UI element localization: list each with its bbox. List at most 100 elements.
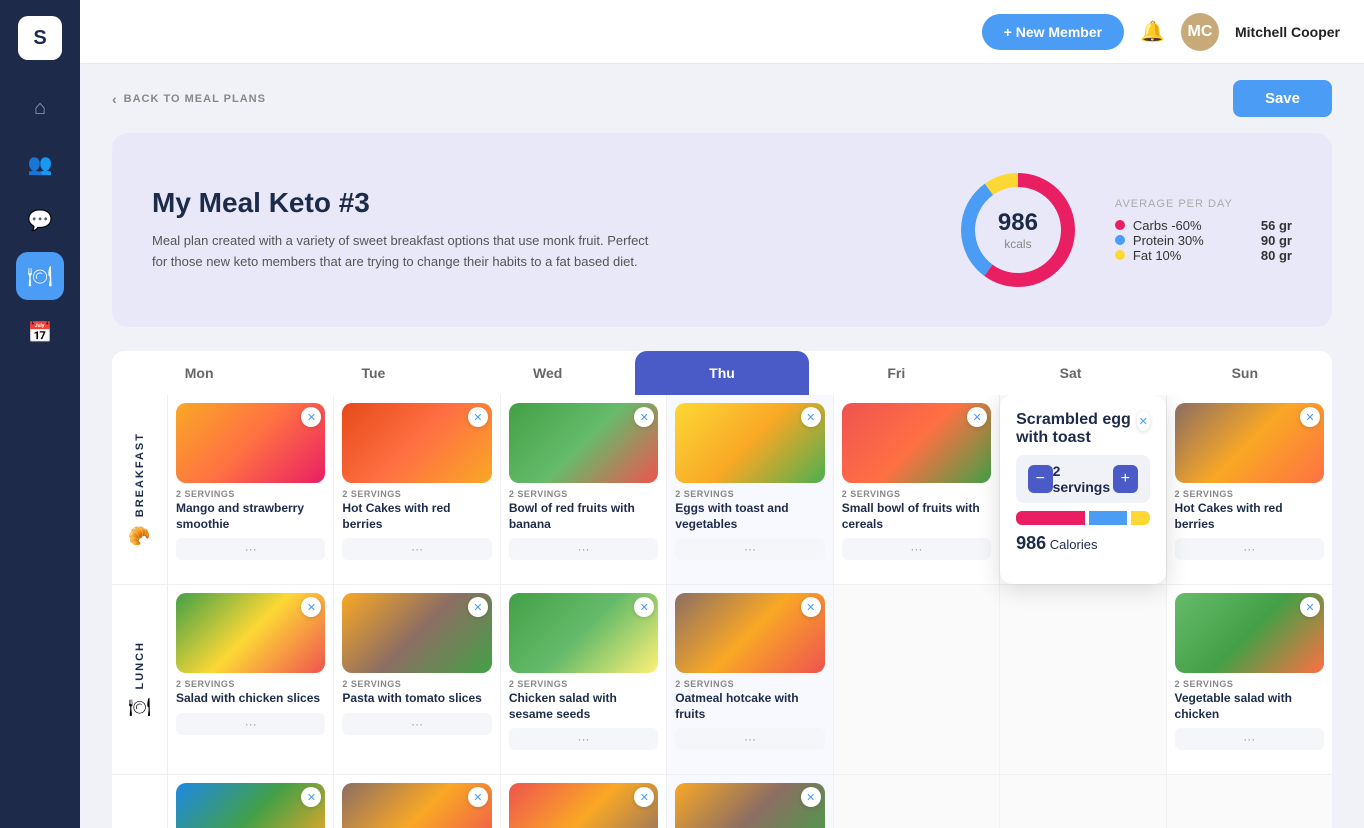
protein-bar-seg (1089, 511, 1127, 525)
meal-options-button[interactable]: ··· (842, 538, 991, 560)
header: + New Member 🔔 MC Mitchell Cooper (80, 0, 1364, 64)
protein-grams: 90 gr (1261, 233, 1292, 248)
overlay-close-button[interactable]: ✕ (1137, 411, 1149, 431)
meal-options-button[interactable]: ··· (176, 713, 325, 735)
save-button[interactable]: Save (1233, 80, 1332, 117)
meal-name: Vegetable salad with chicken (1175, 691, 1324, 722)
meal-cell (1000, 775, 1165, 828)
meal-cell: ✕ 2 SERVINGS ··· (334, 775, 499, 828)
meal-options-button[interactable]: ··· (675, 728, 824, 750)
meal-cell: ✕ 2 SERVINGS Oatmeal hotcake with fruits… (667, 585, 832, 775)
meal-options-button[interactable]: ··· (342, 713, 491, 735)
day-tab-fri[interactable]: Fri (809, 351, 983, 395)
remove-meal-button[interactable]: ✕ (801, 787, 821, 807)
row-label-breakfast: Breakfast🥐 (112, 395, 167, 585)
meal-options-button[interactable]: ··· (1175, 728, 1324, 750)
sidebar: S ⌂ 👥 💬 🍽 📅 (0, 0, 80, 828)
meal-options-button[interactable]: ··· (1175, 538, 1324, 560)
meal-cell (834, 585, 999, 775)
carbs-grams: 56 gr (1261, 218, 1292, 233)
meal-name: Hot Cakes with red berries (1175, 501, 1324, 532)
remove-meal-button[interactable]: ✕ (468, 407, 488, 427)
calorie-value: 986 (1016, 533, 1046, 553)
day-tab-tue[interactable]: Tue (286, 351, 460, 395)
servings-label: 2 SERVINGS (675, 489, 824, 499)
meal-cell: ✕ 2 SERVINGS ··· (501, 775, 666, 828)
hero-text: My Meal Keto #3 Meal plan created with a… (152, 187, 913, 273)
meal-cell: ✕ 2 SERVINGS Salad with chicken slices ·… (168, 585, 333, 775)
meal-cell: Scrambled egg with toast ✕ − 2 servings … (1000, 395, 1165, 585)
legend-protein: Protein 30% 90 gr (1115, 233, 1292, 248)
meal-cell: ✕ 2 SERVINGS Mango and strawberry smooth… (168, 395, 333, 585)
day-tabs: MonTueWedThuFriSatSun (112, 351, 1332, 395)
day-tab-sun[interactable]: Sun (1158, 351, 1332, 395)
meal-options-button[interactable]: ··· (176, 538, 325, 560)
user-name: Mitchell Cooper (1235, 24, 1340, 40)
remove-meal-button[interactable]: ✕ (801, 407, 821, 427)
meal-cell: ✕ 2 SERVINGS ··· (168, 775, 333, 828)
meal-cell: ✕ 2 SERVINGS Hot Cakes with red berries … (334, 395, 499, 585)
legend: AVERAGE PER DAY Carbs -60% 56 gr Protein… (1115, 198, 1292, 263)
row-label-lunch: Lunch🍽 (112, 585, 167, 775)
main-content: + New Member 🔔 MC Mitchell Cooper ‹ BACK… (80, 0, 1364, 828)
overlay-title: Scrambled egg with toast (1016, 411, 1137, 447)
meal-cell: ✕ 2 SERVINGS Small bowl of fruits with c… (834, 395, 999, 585)
servings-label: 2 SERVINGS (675, 679, 824, 689)
remove-meal-button[interactable]: ✕ (1300, 597, 1320, 617)
back-arrow-icon: ‹ (112, 91, 118, 107)
meal-options-button[interactable]: ··· (675, 538, 824, 560)
sidebar-item-home[interactable]: ⌂ (16, 84, 64, 132)
day-tab-thu[interactable]: Thu (635, 351, 809, 395)
meal-plan-description: Meal plan created with a variety of swee… (152, 231, 652, 273)
day-tab-sat[interactable]: Sat (983, 351, 1157, 395)
meal-cell: ✕ 2 SERVINGS Eggs with toast and vegetab… (667, 395, 832, 585)
meal-name: Salad with chicken slices (176, 691, 325, 707)
day-column-fri: ✕ 2 SERVINGS Small bowl of fruits with c… (834, 395, 1000, 828)
sidebar-item-people[interactable]: 👥 (16, 140, 64, 188)
meal-options-button[interactable]: ··· (509, 728, 658, 750)
sidebar-item-chat[interactable]: 💬 (16, 196, 64, 244)
remove-meal-button[interactable]: ✕ (1300, 407, 1320, 427)
remove-meal-button[interactable]: ✕ (468, 597, 488, 617)
meal-name: Hot Cakes with red berries (342, 501, 491, 532)
remove-meal-button[interactable]: ✕ (468, 787, 488, 807)
kcal-unit: kcals (998, 237, 1038, 251)
breadcrumb-bar: ‹ BACK TO MEAL PLANS Save (80, 64, 1364, 133)
meal-cell (834, 775, 999, 828)
new-member-button[interactable]: + New Member (982, 14, 1124, 50)
page: ‹ BACK TO MEAL PLANS Save My Meal Keto #… (80, 64, 1364, 828)
legend-fat: Fat 10% 80 gr (1115, 248, 1292, 263)
sidebar-item-calendar[interactable]: 📅 (16, 308, 64, 356)
day-tab-wed[interactable]: Wed (461, 351, 635, 395)
increase-servings-button[interactable]: + (1113, 465, 1137, 493)
remove-meal-button[interactable]: ✕ (967, 407, 987, 427)
carbs-dot (1115, 220, 1125, 230)
fat-bar-seg (1131, 511, 1150, 525)
meal-options-button[interactable]: ··· (342, 538, 491, 560)
meal-name: Pasta with tomato slices (342, 691, 491, 707)
notifications-icon[interactable]: 🔔 (1140, 19, 1165, 44)
row-label-text: Lunch (134, 641, 146, 690)
decrease-servings-button[interactable]: − (1028, 465, 1052, 493)
remove-meal-button[interactable]: ✕ (801, 597, 821, 617)
meal-cell: ✕ 2 SERVINGS Pasta with tomato slices ··… (334, 585, 499, 775)
day-column-wed: ✕ 2 SERVINGS Bowl of red fruits with ban… (501, 395, 667, 828)
hero-chart: 986 kcals AVERAGE PER DAY Carbs -60% 56 … (953, 165, 1292, 295)
day-column-tue: ✕ 2 SERVINGS Hot Cakes with red berries … (334, 395, 500, 828)
avg-label: AVERAGE PER DAY (1115, 198, 1292, 210)
day-column-sun: ✕ 2 SERVINGS Hot Cakes with red berries … (1167, 395, 1332, 828)
breadcrumb[interactable]: ‹ BACK TO MEAL PLANS (112, 91, 266, 107)
servings-control: − 2 servings + (1016, 455, 1149, 503)
servings-label: 2 SERVINGS (176, 679, 325, 689)
calorie-info: 986 Calories (1016, 533, 1149, 554)
meal-cell: ✕ 2 SERVINGS ··· (667, 775, 832, 828)
carbs-label: Carbs -60% (1133, 218, 1253, 233)
sidebar-item-meals[interactable]: 🍽 (16, 252, 64, 300)
fat-label: Fat 10% (1133, 248, 1253, 263)
servings-label: 2 SERVINGS (1175, 679, 1324, 689)
meal-columns: ✕ 2 SERVINGS Mango and strawberry smooth… (168, 395, 1332, 828)
logo: S (18, 16, 62, 60)
meal-options-button[interactable]: ··· (509, 538, 658, 560)
avatar: MC (1181, 13, 1219, 51)
day-tab-mon[interactable]: Mon (112, 351, 286, 395)
